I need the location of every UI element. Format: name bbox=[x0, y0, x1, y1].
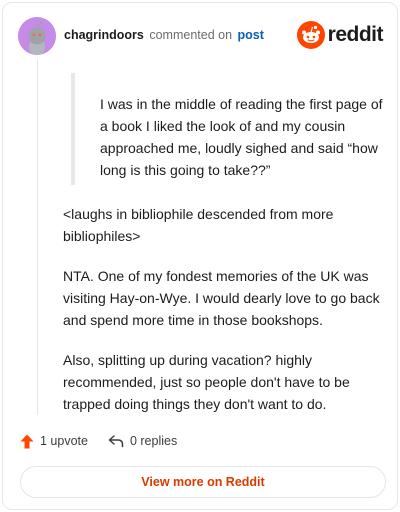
comment-paragraph: <laughs in bibliophile descended from mo… bbox=[63, 206, 334, 244]
replies-button[interactable]: 0 replies bbox=[108, 434, 177, 448]
comment-paragraph: NTA. One of my fondest memories of the U… bbox=[63, 268, 380, 328]
comment-embed-card: chagrindoors commented on post reddit I … bbox=[2, 2, 398, 510]
upvote-button[interactable]: 1 upvote bbox=[20, 434, 88, 449]
reddit-brand[interactable]: reddit bbox=[296, 20, 384, 50]
comment-actions: 1 upvote 0 replies bbox=[20, 431, 197, 451]
snoo-avatar-icon[interactable] bbox=[18, 17, 56, 55]
upvote-arrow-icon bbox=[20, 434, 34, 448]
comment-header: chagrindoors commented on post reddit bbox=[18, 17, 384, 57]
reply-arrow-icon bbox=[108, 435, 124, 448]
thread-line bbox=[37, 59, 38, 415]
view-more-button[interactable]: View more on Reddit bbox=[20, 466, 386, 498]
comment-meta: chagrindoors commented on post bbox=[64, 28, 264, 42]
reply-count: 0 replies bbox=[129, 434, 178, 448]
quoted-text: I was in the middle of reading the first… bbox=[71, 73, 393, 185]
reddit-logo-icon bbox=[296, 21, 325, 49]
reddit-wordmark: reddit bbox=[327, 23, 384, 46]
upvote-count: 1 upvote bbox=[40, 434, 88, 448]
comment-paragraph: Also, splitting up during vacation? high… bbox=[63, 352, 350, 412]
username-link[interactable]: chagrindoors bbox=[64, 28, 144, 42]
action-text: commented on bbox=[149, 28, 233, 42]
post-link[interactable]: post bbox=[238, 28, 264, 42]
comment-body: I was in the middle of reading the first… bbox=[63, 73, 393, 415]
